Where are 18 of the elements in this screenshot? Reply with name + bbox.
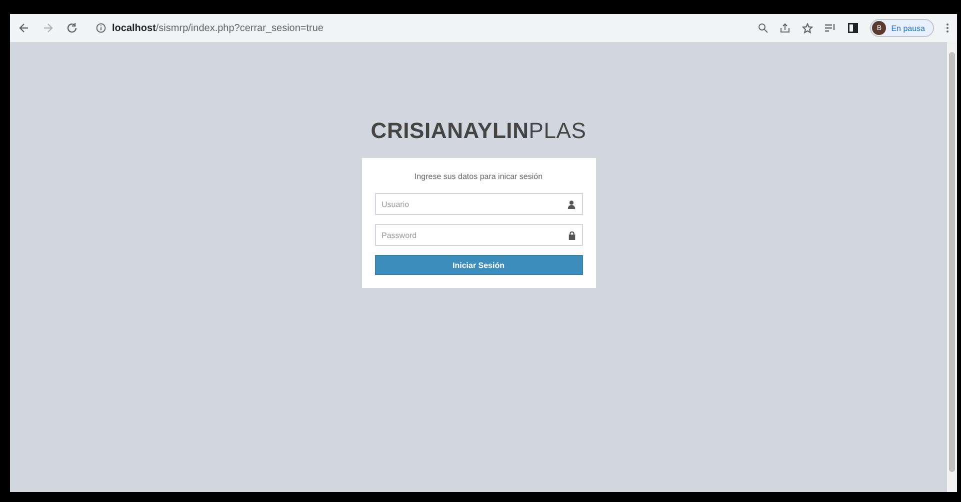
login-message: Ingrese sus datos para inicar sesión: [413, 172, 544, 181]
login-button[interactable]: Iniciar Sesión: [374, 255, 582, 275]
user-icon: [566, 200, 576, 208]
zoom-icon[interactable]: [758, 23, 768, 33]
side-panel-icon[interactable]: [848, 23, 858, 33]
share-icon[interactable]: [780, 23, 790, 33]
playlist-icon[interactable]: [825, 23, 836, 33]
password-field[interactable]: Password: [374, 224, 582, 246]
star-icon[interactable]: [802, 22, 814, 34]
info-icon: [96, 23, 106, 33]
logo-text: CRISIANAYLINPLAS: [370, 118, 586, 144]
username-field[interactable]: Usuario: [374, 193, 582, 215]
reload-button[interactable]: [66, 22, 78, 34]
back-button[interactable]: [18, 22, 30, 34]
lock-icon: [568, 230, 576, 240]
scrollbar[interactable]: [947, 42, 957, 492]
menu-icon[interactable]: [946, 23, 949, 33]
url-text: localhost/sismrp/index.php?cerrar_sesion=true: [112, 22, 324, 34]
